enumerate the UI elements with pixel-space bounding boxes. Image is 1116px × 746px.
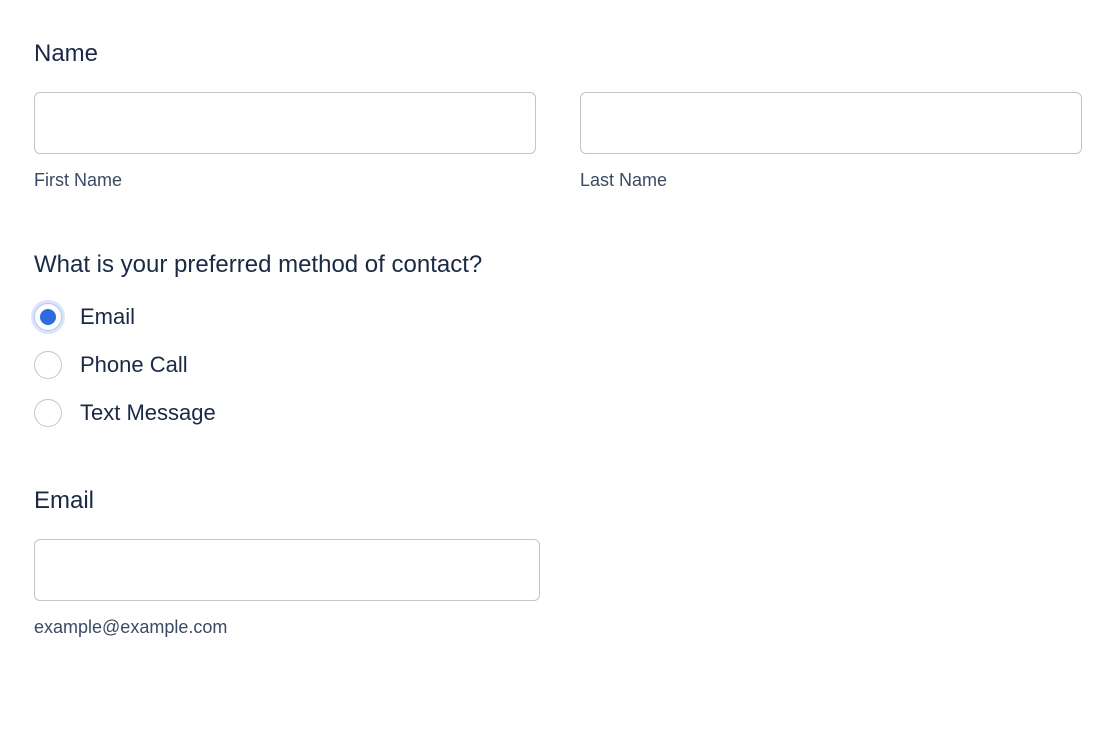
- first-name-sublabel: First Name: [34, 170, 536, 191]
- radio-icon: [34, 399, 62, 427]
- radio-option-phone[interactable]: Phone Call: [34, 351, 1082, 379]
- radio-icon: [34, 351, 62, 379]
- email-section: Email example@example.com: [34, 487, 1082, 638]
- contact-method-section: What is your preferred method of contact…: [34, 251, 1082, 427]
- contact-method-radio-group: Email Phone Call Text Message: [34, 303, 1082, 427]
- first-name-column: First Name: [34, 92, 536, 191]
- contact-method-question: What is your preferred method of contact…: [34, 251, 1082, 279]
- name-label: Name: [34, 40, 1082, 68]
- first-name-input[interactable]: [34, 92, 536, 154]
- radio-option-text[interactable]: Text Message: [34, 399, 1082, 427]
- last-name-column: Last Name: [580, 92, 1082, 191]
- name-section: Name First Name Last Name: [34, 40, 1082, 191]
- email-input[interactable]: [34, 539, 540, 601]
- radio-label: Phone Call: [80, 352, 188, 378]
- email-helper: example@example.com: [34, 617, 1082, 638]
- name-row: First Name Last Name: [34, 92, 1082, 191]
- radio-label: Email: [80, 304, 135, 330]
- radio-icon: [34, 303, 62, 331]
- last-name-sublabel: Last Name: [580, 170, 1082, 191]
- radio-label: Text Message: [80, 400, 216, 426]
- last-name-input[interactable]: [580, 92, 1082, 154]
- radio-option-email[interactable]: Email: [34, 303, 1082, 331]
- email-label: Email: [34, 487, 1082, 515]
